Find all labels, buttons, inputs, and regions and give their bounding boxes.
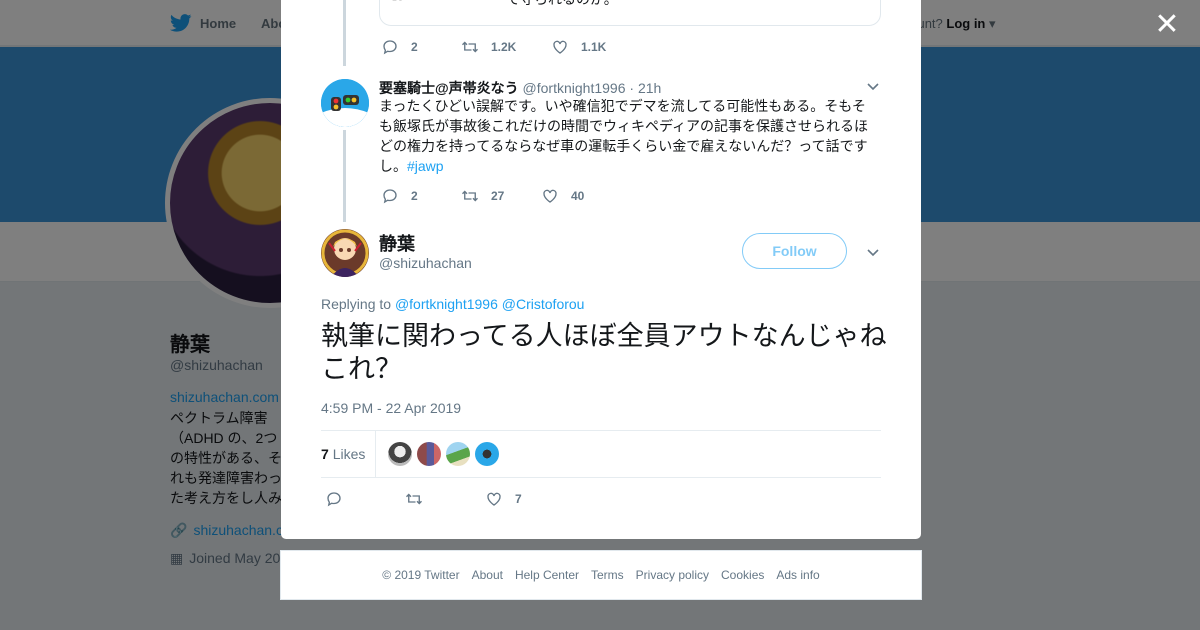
reply-button[interactable]: 2 xyxy=(381,38,461,56)
footer-copyright: © 2019 Twitter xyxy=(382,568,460,582)
like-button[interactable]: 40 xyxy=(541,187,621,205)
retweet-icon xyxy=(462,190,478,202)
retweet-icon xyxy=(406,493,422,505)
reply-button[interactable] xyxy=(325,490,405,508)
footer: © 2019 Twitter About Help Center Terms P… xyxy=(280,550,922,600)
like-count: 1.1K xyxy=(581,40,607,54)
reply-button[interactable]: 2 xyxy=(381,187,461,205)
tweet-stats: 7 Likes xyxy=(321,430,881,478)
likers-avatars xyxy=(388,442,499,466)
quoted-tweet-card[interactable]: はいとかこぞう。 ちから干渉せ。 農工場保 基地 で守られるのか。 xyxy=(379,0,881,26)
retweet-count: 27 xyxy=(491,189,505,203)
footer-link-privacy[interactable]: Privacy policy xyxy=(636,568,709,582)
liker-avatar[interactable] xyxy=(417,442,441,466)
main-tweet-avatar[interactable] xyxy=(321,229,369,277)
liker-avatar[interactable] xyxy=(446,442,470,466)
like-button[interactable]: 7 xyxy=(485,490,565,508)
like-button[interactable]: 1.1K xyxy=(551,38,631,56)
tweet-author-handle[interactable]: @fortknight1996 xyxy=(523,80,626,96)
tweet-permalink-modal: はいとかこぞう。 ちから干渉せ。 農工場保 基地 で守られるのか。 2 1.2K… xyxy=(281,0,921,539)
like-count: 7 xyxy=(515,492,522,506)
quoted-tweet-thumbnail: はいとかこぞう。 ちから干渉せ。 農工場保 基地 xyxy=(392,0,492,11)
liker-avatar[interactable] xyxy=(475,442,499,466)
retweet-count: 1.2K xyxy=(491,40,517,54)
quoted-tweet-text: で守られるのか。 xyxy=(506,0,618,9)
tweet-header: 要塞騎士@声帯炎なう @fortknight1996 · 21h xyxy=(379,78,661,98)
tweet-timestamp[interactable]: · 21h xyxy=(629,80,661,96)
retweet-icon xyxy=(462,41,478,53)
thread-line xyxy=(343,0,346,66)
main-tweet-text: 執筆に関わってる人ほぼ全員アウトなんじゃねこれ？ xyxy=(321,321,887,384)
tweet-actions: 2 1.2K 1.1K xyxy=(381,38,631,56)
reply-icon xyxy=(383,189,397,204)
retweet-button[interactable]: 1.2K xyxy=(461,38,551,56)
replying-to: Replying to @fortknight1996 @Cristoforou xyxy=(321,296,584,312)
reply-count: 2 xyxy=(411,40,418,54)
tweet-author-name[interactable]: 要塞騎士@声帯炎なう xyxy=(379,80,519,96)
main-tweet-actions: 7 xyxy=(325,490,565,508)
likes-stat-label: Likes xyxy=(332,446,366,462)
tweet-text: まったくひどい誤解です。いや確信犯でデマを流してる可能性もある。そもそも飯塚氏が… xyxy=(379,96,879,176)
liker-avatar[interactable] xyxy=(388,442,412,466)
hashtag-link[interactable]: #jawp xyxy=(407,158,444,174)
footer-link-ads-info[interactable]: Ads info xyxy=(776,568,819,582)
likes-stat-count: 7 xyxy=(321,446,329,462)
main-tweet-author-name[interactable]: 静葉 xyxy=(379,230,415,256)
retweet-button[interactable]: 27 xyxy=(461,187,541,205)
heart-icon xyxy=(487,492,501,506)
reply-count: 2 xyxy=(411,189,418,203)
footer-link-cookies[interactable]: Cookies xyxy=(721,568,764,582)
heart-icon xyxy=(553,40,567,54)
traffic-light-avatar-icon xyxy=(321,79,369,127)
reply-icon xyxy=(327,492,341,507)
like-count: 40 xyxy=(571,189,585,203)
reply-to-user-link[interactable]: @fortknight1996 xyxy=(395,296,498,312)
tweet-actions: 2 27 40 xyxy=(381,187,621,205)
main-tweet-author-handle[interactable]: @shizuhachan xyxy=(379,255,472,271)
follow-button[interactable]: Follow xyxy=(742,233,847,269)
replying-to-label: Replying to xyxy=(321,296,392,312)
footer-link-help-center[interactable]: Help Center xyxy=(515,568,579,582)
retweet-button[interactable] xyxy=(405,490,485,508)
main-tweet-timestamp[interactable]: 4:59 PM - 22 Apr 2019 xyxy=(321,400,461,416)
chevron-down-icon[interactable] xyxy=(865,78,881,94)
footer-link-about[interactable]: About xyxy=(472,568,503,582)
footer-link-terms[interactable]: Terms xyxy=(591,568,624,582)
tweet-text-body: まったくひどい誤解です。いや確信犯でデマを流してる可能性もある。そもそも飯塚氏が… xyxy=(379,98,869,174)
anime-girl-avatar-icon xyxy=(321,229,369,277)
heart-icon xyxy=(543,189,557,203)
reply-icon xyxy=(383,40,397,55)
chevron-down-icon[interactable] xyxy=(865,244,881,260)
thread-line xyxy=(343,130,346,222)
close-icon[interactable]: ✕ xyxy=(1152,10,1182,40)
likes-stat[interactable]: 7 Likes xyxy=(321,431,377,477)
reply-to-user-link[interactable]: @Cristoforou xyxy=(502,296,585,312)
tweet-author-avatar[interactable] xyxy=(321,79,369,127)
